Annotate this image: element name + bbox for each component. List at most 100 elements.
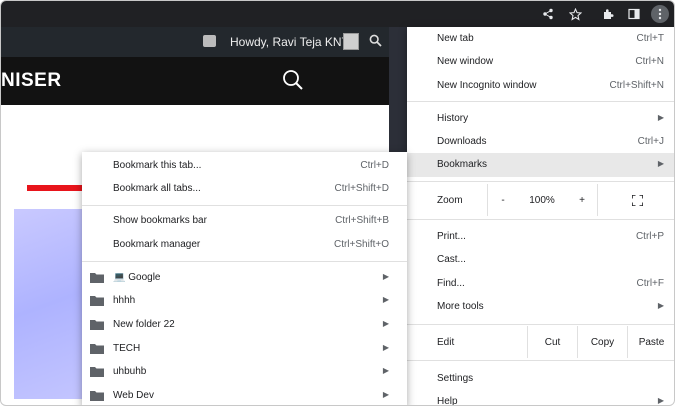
menu-settings[interactable]: Settings [407, 367, 674, 391]
folder-icon [90, 344, 104, 354]
menu-history[interactable]: History ▶ [407, 107, 674, 131]
menu-downloads[interactable]: Downloads Ctrl+J [407, 130, 674, 154]
site-admin-bar: Howdy, Ravi Teja KNTS [1, 27, 389, 57]
submenu-arrow-icon: ▶ [657, 396, 664, 405]
zoom-in-button[interactable]: + [570, 184, 594, 216]
menu-new-incognito[interactable]: New Incognito window Ctrl+Shift+N [407, 74, 674, 98]
menu-new-tab[interactable]: New tab Ctrl+T [407, 27, 674, 51]
divider [407, 219, 674, 220]
menu-item-label: hhhh [113, 295, 136, 306]
bookmark-manager[interactable]: Bookmark manager Ctrl+Shift+O [82, 233, 407, 257]
site-logo[interactable]: NISER [1, 70, 62, 92]
menu-item-label: More tools [437, 301, 484, 312]
menu-item-label: uhbuhb [113, 366, 147, 377]
more-icon[interactable] [651, 5, 669, 23]
menu-more-tools[interactable]: More tools ▶ [407, 295, 674, 319]
bookmark-folder[interactable]: New folder 22 ▶ [82, 313, 407, 337]
browser-toolbar [1, 1, 674, 27]
submenu-arrow-icon: ▶ [382, 295, 389, 304]
divider [82, 261, 407, 262]
submenu-arrow-icon: ▶ [382, 390, 389, 399]
submenu-arrow-icon: ▶ [382, 319, 389, 328]
submenu-arrow-icon: ▶ [382, 343, 389, 352]
zoom-level: 100% [529, 194, 555, 206]
menu-item-label: Bookmark this tab... [113, 160, 202, 171]
menu-find[interactable]: Find... Ctrl+F [407, 272, 674, 296]
shortcut-label: Ctrl+J [637, 136, 664, 147]
menu-item-label: 💻 Google [113, 272, 161, 283]
bookmark-folder[interactable]: hhhh ▶ [82, 289, 407, 313]
menu-cast[interactable]: Cast... [407, 248, 674, 272]
submenu-arrow-icon: ▶ [382, 272, 389, 281]
menu-item-label: Bookmark all tabs... [113, 183, 201, 194]
folder-icon [90, 273, 104, 283]
shortcut-label: Ctrl+P [635, 231, 664, 242]
share-icon[interactable] [539, 5, 557, 23]
user-greeting[interactable]: Howdy, Ravi Teja KNTS [230, 35, 357, 49]
show-bookmarks-bar[interactable]: Show bookmarks bar Ctrl+Shift+B [82, 209, 407, 233]
fullscreen-icon[interactable] [622, 184, 652, 216]
avatar[interactable] [343, 33, 359, 50]
menu-item-label: Bookmarks [437, 159, 488, 170]
edit-row: Edit Cut Copy Paste [407, 326, 674, 358]
divider [407, 101, 674, 102]
menu-item-label: Cast... [437, 254, 466, 265]
bookmark-all-tabs[interactable]: Bookmark all tabs... Ctrl+Shift+D [82, 177, 407, 201]
bookmark-folder[interactable]: uhbuhb ▶ [82, 360, 407, 384]
search-icon[interactable] [282, 69, 304, 96]
folder-icon [90, 296, 104, 306]
menu-item-label: Print... [437, 231, 466, 242]
page-illustration [14, 209, 84, 399]
submenu-arrow-icon: ▶ [382, 366, 389, 375]
bookmark-folder[interactable]: TECH ▶ [82, 337, 407, 361]
menu-item-label: Downloads [437, 136, 487, 147]
divider [407, 324, 674, 325]
submenu-arrow-icon: ▶ [657, 159, 664, 168]
menu-item-label: Show bookmarks bar [113, 215, 207, 226]
menu-bookmarks[interactable]: Bookmarks ▶ [407, 153, 674, 177]
bookmarks-submenu: Bookmark this tab... Ctrl+D Bookmark all… [82, 152, 407, 405]
folder-icon [90, 320, 104, 330]
menu-item-label: Web Dev [113, 390, 154, 401]
menu-item-label: New tab [437, 33, 474, 44]
screenshot-frame: Howdy, Ravi Teja KNTS NISER New tab Ctrl… [0, 0, 675, 406]
site-header: NISER [1, 57, 389, 105]
cut-button[interactable]: Cut [527, 326, 577, 358]
edit-label: Edit [437, 336, 455, 348]
divider [82, 205, 407, 206]
shortcut-label: Ctrl+Shift+D [334, 183, 389, 194]
copy-button[interactable]: Copy [577, 326, 627, 358]
folder-icon [90, 367, 104, 377]
divider [407, 181, 674, 182]
bookmark-folder[interactable]: 💻 Google ▶ [82, 266, 407, 290]
divider [597, 184, 598, 216]
sidebar-icon[interactable] [625, 5, 643, 23]
comment-icon[interactable] [203, 35, 216, 47]
search-icon[interactable] [369, 34, 382, 52]
divider [407, 360, 674, 361]
menu-item-label: TECH [113, 343, 141, 354]
menu-item-label: New folder 22 [113, 319, 175, 330]
menu-item-label: History [437, 113, 469, 124]
zoom-label: Zoom [437, 194, 463, 206]
menu-print[interactable]: Print... Ctrl+P [407, 225, 674, 249]
extensions-icon[interactable] [599, 5, 617, 23]
shortcut-label: Ctrl+F [636, 278, 665, 289]
bookmark-this-tab[interactable]: Bookmark this tab... Ctrl+D [82, 154, 407, 178]
menu-item-label: Settings [437, 373, 474, 384]
shortcut-label: Ctrl+Shift+B [335, 215, 389, 226]
zoom-out-button[interactable]: - [491, 184, 515, 216]
paste-button[interactable]: Paste [627, 326, 674, 358]
menu-item-label: Bookmark manager [113, 239, 201, 250]
chrome-menu: New tab Ctrl+T New window Ctrl+N New Inc… [407, 27, 674, 406]
shortcut-label: Ctrl+D [360, 160, 389, 171]
shortcut-label: Ctrl+T [636, 33, 665, 44]
star-icon[interactable] [566, 5, 584, 23]
submenu-arrow-icon: ▶ [657, 113, 664, 122]
menu-new-window[interactable]: New window Ctrl+N [407, 50, 674, 74]
bookmark-folder[interactable]: Web Dev ▶ [82, 384, 407, 405]
menu-item-label: New Incognito window [437, 80, 537, 91]
menu-item-label: Help [437, 396, 458, 406]
menu-help[interactable]: Help ▶ [407, 390, 674, 406]
shortcut-label: Ctrl+N [635, 56, 664, 67]
